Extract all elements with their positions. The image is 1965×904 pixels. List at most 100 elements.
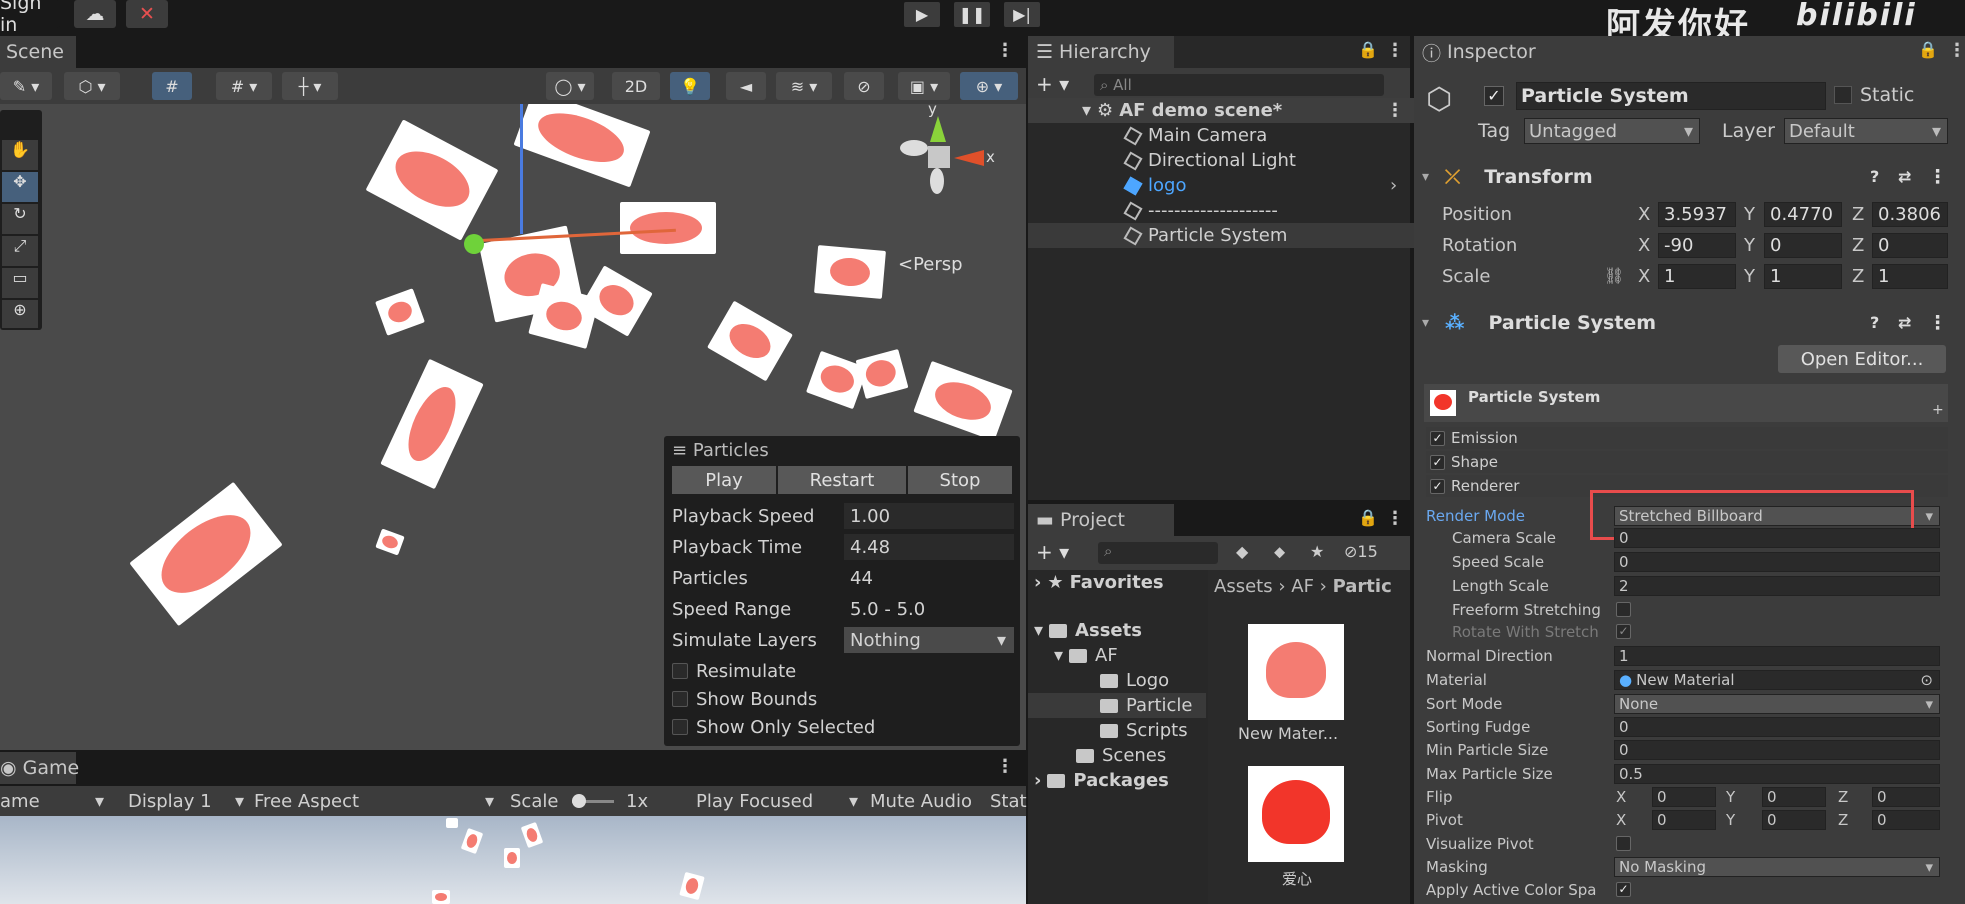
draw-mode-icon[interactable]: ✎ ▾: [0, 72, 52, 100]
gizmo-x-cone[interactable]: [954, 150, 984, 166]
rotation-x-field[interactable]: -90: [1658, 233, 1736, 258]
component-menu-icon[interactable]: ⋮: [1928, 312, 1947, 334]
hierarchy-item[interactable]: Directional Light: [1028, 148, 1438, 173]
folder-scripts[interactable]: Scripts: [1100, 718, 1188, 743]
checkbox[interactable]: ✓: [1430, 478, 1445, 494]
help-icon[interactable]: ?: [1870, 313, 1879, 332]
add-icon[interactable]: + ▾: [1036, 540, 1069, 564]
masking-dropdown[interactable]: No Masking: [1614, 857, 1940, 877]
cloud-icon[interactable]: ☁: [74, 0, 116, 28]
project-menu-icon[interactable]: ⋮: [1386, 508, 1404, 529]
scale-slider[interactable]: [572, 794, 614, 808]
orientation-gizmo[interactable]: y x: [892, 104, 1002, 224]
playback-speed-field[interactable]: 1.00: [844, 503, 1014, 529]
checkbox[interactable]: [672, 663, 688, 679]
lighting-icon[interactable]: 💡: [670, 72, 710, 100]
particle-system-header[interactable]: ▾ ⁂ Particle System ? ⇄ ⋮: [1416, 306, 1947, 339]
filter-type-icon[interactable]: ◆: [1236, 542, 1248, 561]
lock-icon[interactable]: 🔒: [1358, 40, 1378, 59]
breadcrumb-item[interactable]: Partic: [1333, 576, 1392, 597]
gizmo-center-cube[interactable]: [928, 146, 950, 168]
hierarchy-item[interactable]: logo ›: [1028, 173, 1438, 198]
play-particles-button[interactable]: Play: [672, 466, 776, 494]
hierarchy-item-selected[interactable]: Particle System: [1028, 223, 1438, 248]
checkbox[interactable]: [672, 691, 688, 707]
audio-icon[interactable]: ◄: [726, 72, 766, 100]
inspector-menu-icon[interactable]: ⋮: [1948, 40, 1965, 61]
normal-direction-field[interactable]: 1: [1614, 646, 1940, 666]
move-gizmo-y-axis[interactable]: [520, 104, 523, 234]
folder-particle[interactable]: Particle: [1028, 693, 1206, 718]
material-field[interactable]: ● New Material ⊙: [1614, 670, 1940, 690]
checkbox[interactable]: [672, 719, 688, 735]
asset-new-material[interactable]: [1248, 624, 1344, 720]
folder-scenes[interactable]: Scenes: [1076, 743, 1166, 768]
camera-scale-field[interactable]: 0: [1614, 528, 1940, 548]
play-focused-dropdown[interactable]: Play Focused ▾: [696, 786, 858, 816]
object-picker-icon[interactable]: ⊙: [1920, 671, 1933, 689]
show-only-selected-toggle[interactable]: Show Only Selected: [672, 713, 875, 741]
flip-z-field[interactable]: 0: [1872, 787, 1940, 807]
restart-particles-button[interactable]: Restart: [778, 466, 906, 494]
pivot-x-field[interactable]: 0: [1652, 810, 1716, 830]
tag-dropdown[interactable]: Untagged: [1524, 118, 1700, 144]
freeform-stretching-checkbox[interactable]: [1616, 602, 1631, 617]
preset-icon[interactable]: ⇄: [1898, 313, 1911, 332]
flip-x-field[interactable]: 0: [1652, 787, 1716, 807]
aspect-dropdown[interactable]: Free Aspect ▾: [254, 786, 494, 816]
grid-snap-icon[interactable]: #: [152, 72, 192, 100]
hierarchy-item[interactable]: Main Camera: [1028, 123, 1438, 148]
collab-icon[interactable]: ✕: [126, 0, 168, 28]
scene-menu-icon[interactable]: ⋮: [996, 40, 1014, 61]
gizmo-y-cone[interactable]: [930, 116, 946, 142]
length-scale-field[interactable]: 2: [1614, 576, 1940, 596]
stop-particles-button[interactable]: Stop: [908, 466, 1012, 494]
active-checkbox[interactable]: ✓: [1484, 86, 1504, 106]
scene-menu-icon[interactable]: ⋮: [1386, 100, 1404, 121]
scale-x-field[interactable]: 1: [1658, 264, 1736, 289]
mode-2d-button[interactable]: 2D: [612, 72, 660, 100]
tab-hierarchy[interactable]: ☰ Hierarchy: [1028, 36, 1174, 68]
hierarchy-item[interactable]: --------------------: [1028, 198, 1438, 223]
hand-tool-icon[interactable]: ✋: [2, 140, 38, 170]
hidden-objects-icon[interactable]: ⊘: [844, 72, 884, 100]
mute-audio-button[interactable]: Mute Audio: [870, 786, 972, 816]
pivot-y-field[interactable]: 0: [1762, 810, 1826, 830]
position-z-field[interactable]: 0.3806: [1872, 202, 1948, 227]
favorites-row[interactable]: › ★ Favorites: [1034, 570, 1164, 595]
tab-game[interactable]: ◉ Game: [0, 752, 79, 784]
scene-camera-icon[interactable]: ◯ ▾: [546, 72, 594, 100]
project-search-input[interactable]: ⌕: [1098, 542, 1218, 564]
resimulate-toggle[interactable]: Resimulate: [672, 657, 796, 685]
playback-time-field[interactable]: 4.48: [844, 534, 1014, 560]
assets-row[interactable]: ▾ Assets: [1034, 618, 1142, 643]
tab-scene[interactable]: Scene: [0, 36, 76, 68]
shading-icon[interactable]: ⬡ ▾: [64, 72, 120, 100]
min-particle-size-field[interactable]: 0: [1614, 740, 1940, 760]
object-name-field[interactable]: Particle System: [1516, 82, 1826, 110]
simulate-layers-dropdown[interactable]: Nothing ▾: [844, 627, 1014, 653]
scale-y-field[interactable]: 1: [1764, 264, 1842, 289]
label-icon[interactable]: ⬥: [1274, 542, 1285, 562]
grid-icon[interactable]: # ▾: [216, 72, 272, 100]
lock-icon[interactable]: 🔒: [1358, 508, 1378, 527]
pause-button[interactable]: ❚❚: [954, 2, 990, 27]
packages-row[interactable]: › Packages: [1034, 768, 1169, 793]
tab-project[interactable]: ▬ Project: [1028, 504, 1174, 536]
static-checkbox[interactable]: [1834, 86, 1852, 104]
rotate-tool-icon[interactable]: ↻: [2, 204, 38, 234]
module-emission[interactable]: ✓ Emission: [1426, 427, 1948, 449]
add-module-icon[interactable]: +: [1932, 402, 1944, 418]
constrain-proportions-icon[interactable]: ⛓: [1604, 266, 1624, 285]
transform-header[interactable]: ▾ ⤫ Transform ? ⇄ ⋮: [1416, 160, 1947, 193]
game-mode-dropdown[interactable]: ame ▾: [0, 786, 110, 816]
position-x-field[interactable]: 3.5937: [1658, 202, 1736, 227]
sorting-fudge-field[interactable]: 0: [1614, 717, 1940, 737]
folder-af[interactable]: ▾ AF: [1054, 643, 1118, 668]
rotate-with-stretch-checkbox[interactable]: ✓: [1616, 624, 1631, 639]
lock-icon[interactable]: 🔒: [1918, 40, 1938, 59]
position-y-field[interactable]: 0.4770: [1764, 202, 1842, 227]
display-dropdown[interactable]: Display 1 ▾: [128, 786, 244, 816]
checkbox[interactable]: ✓: [1430, 454, 1445, 470]
effects-icon[interactable]: ≋ ▾: [776, 72, 832, 100]
